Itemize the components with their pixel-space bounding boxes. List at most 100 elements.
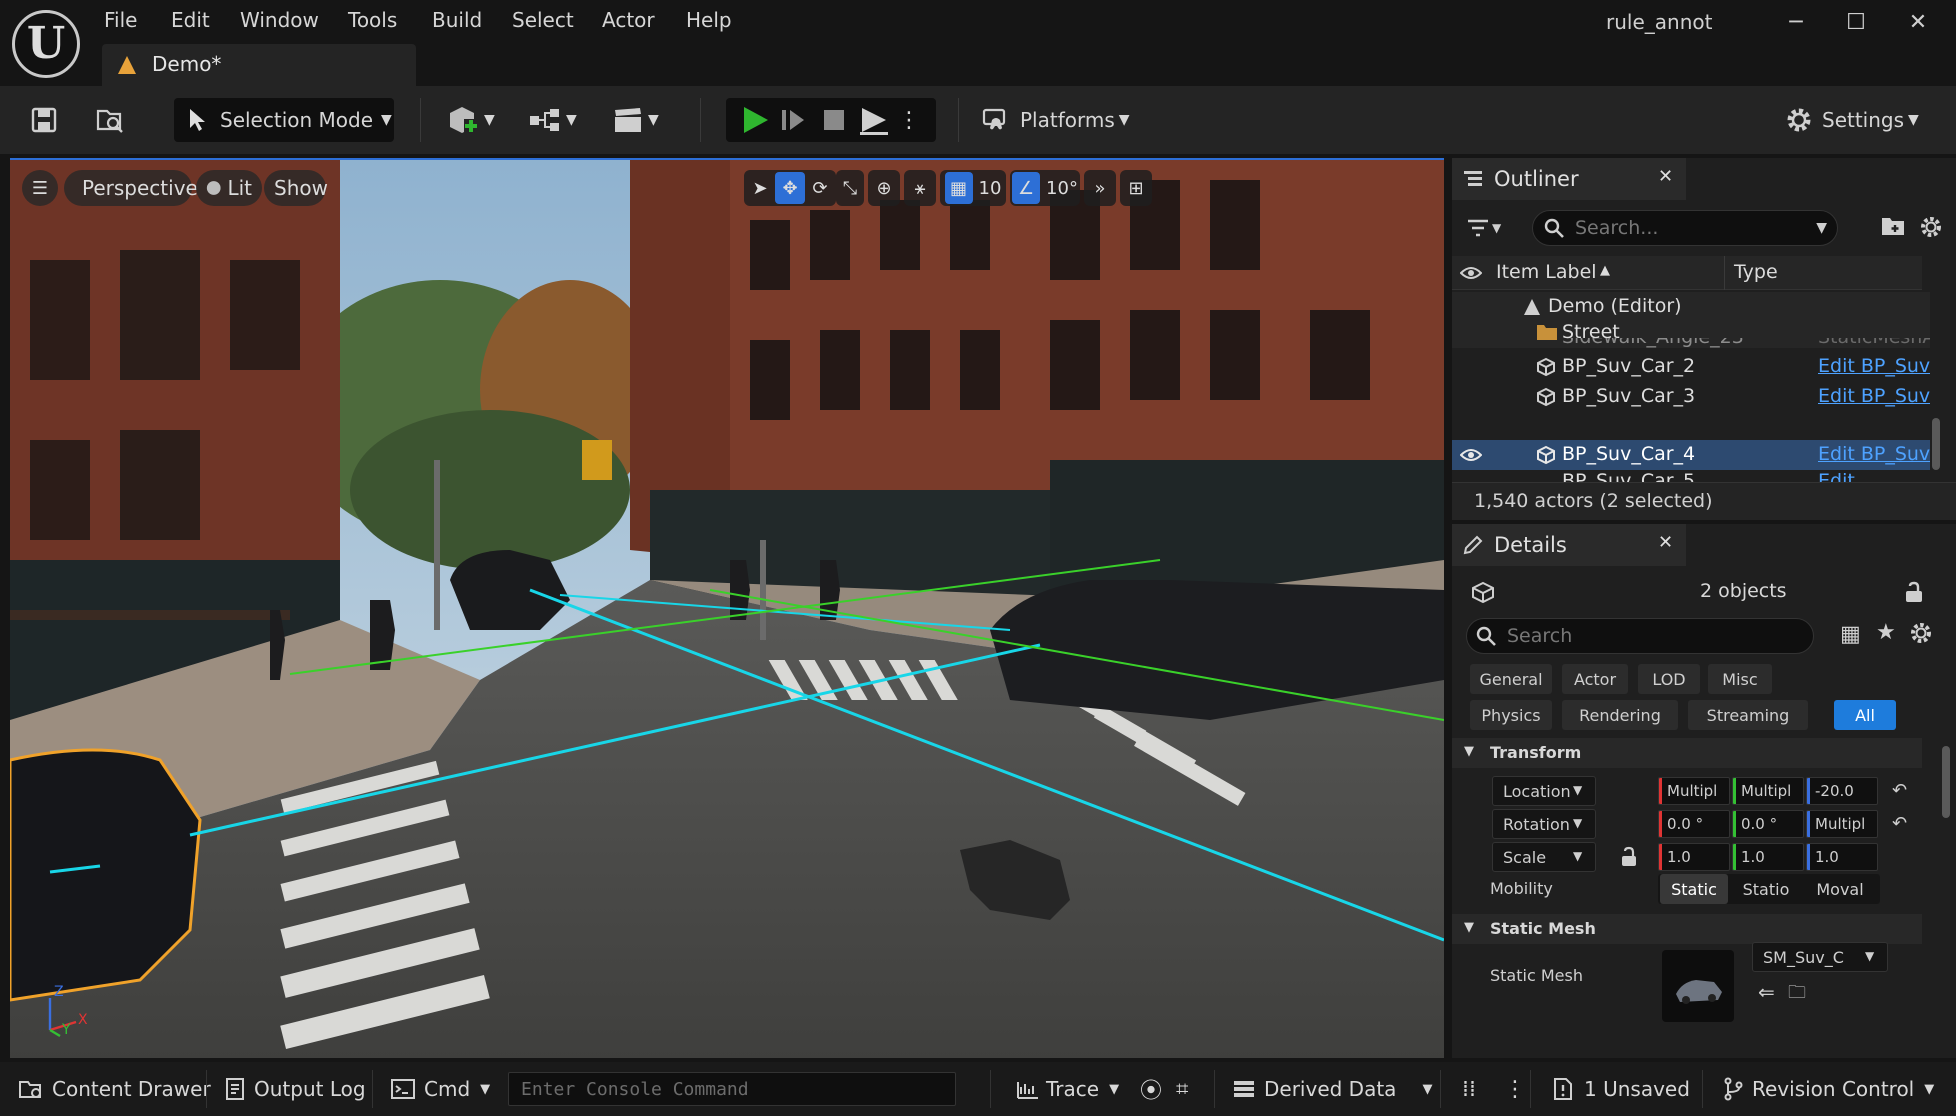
column-type[interactable]: Type xyxy=(1734,261,1778,283)
rotation-z-field[interactable]: Multipl xyxy=(1806,810,1878,838)
menu-tools[interactable]: Tools xyxy=(348,8,397,32)
more-tools-icon[interactable]: » xyxy=(1084,170,1116,206)
lit-button[interactable]: Lit xyxy=(196,170,262,206)
maximize-button[interactable]: ☐ xyxy=(1834,4,1878,40)
status-more-icon[interactable]: ⋮ xyxy=(1504,1072,1526,1106)
close-icon[interactable]: ✕ xyxy=(1658,166,1673,187)
category-lod[interactable]: LOD xyxy=(1638,664,1700,694)
rotation-x-field[interactable]: 0.0 ° xyxy=(1658,810,1730,838)
scale-tool-icon[interactable]: ⤡ xyxy=(836,170,864,206)
menu-build[interactable]: Build xyxy=(432,8,482,32)
category-actor[interactable]: Actor xyxy=(1562,664,1628,694)
location-z-field[interactable]: -20.0 xyxy=(1806,777,1878,805)
content-drawer-button[interactable]: Content Drawer xyxy=(18,1072,211,1106)
unsaved-button[interactable]: 1 Unsaved xyxy=(1552,1072,1690,1106)
scale-x-field[interactable]: 1.0 xyxy=(1658,843,1730,871)
mobility-stationary[interactable]: Statio xyxy=(1732,874,1800,904)
menu-actor[interactable]: Actor xyxy=(602,8,655,32)
category-rendering[interactable]: Rendering xyxy=(1562,700,1678,730)
visibility-eye-icon[interactable] xyxy=(1460,265,1482,281)
menu-file[interactable]: File xyxy=(104,8,137,32)
trace-dropdown[interactable]: Trace ▼ xyxy=(1016,1072,1119,1106)
reset-icon[interactable]: ↶ xyxy=(1892,813,1907,834)
console-input[interactable]: Enter Console Command xyxy=(508,1072,956,1106)
play-icon[interactable] xyxy=(734,102,774,138)
viewport-layout-icon[interactable]: ⊞ xyxy=(1120,170,1152,206)
move-tool-icon[interactable]: ✥ xyxy=(775,172,805,204)
trace-record-icon[interactable]: ⦿ xyxy=(1140,1072,1162,1106)
surface-snap-icon[interactable]: ⚹ xyxy=(904,170,936,206)
show-button[interactable]: Show xyxy=(264,170,328,206)
cmd-dropdown[interactable]: Cmd ▼ xyxy=(390,1072,490,1106)
location-y-field[interactable]: Multipl xyxy=(1732,777,1804,805)
visibility-eye-icon[interactable] xyxy=(1460,447,1482,463)
outliner-settings-button[interactable] xyxy=(1918,214,1946,242)
world-space-icon[interactable]: ⊕ xyxy=(868,170,900,206)
static-mesh-section-header[interactable]: ▼ Static Mesh xyxy=(1452,914,1922,944)
blueprint-button[interactable]: ▼ xyxy=(528,98,584,142)
rotate-tool-icon[interactable]: ⟳ xyxy=(805,178,835,199)
lock-open-icon[interactable] xyxy=(1902,580,1926,604)
category-physics[interactable]: Physics xyxy=(1470,700,1552,730)
tree-row-actor[interactable]: BP_Suv_Car_3 Edit BP_Suv xyxy=(1452,382,1930,410)
star-icon[interactable]: ★ xyxy=(1876,620,1896,645)
play-options-icon[interactable]: ⋮ xyxy=(898,108,920,133)
stop-icon[interactable] xyxy=(814,102,854,138)
add-folder-button[interactable] xyxy=(1880,214,1908,242)
tree-row-type-link[interactable]: Edit BP_Suv xyxy=(1818,385,1930,407)
viewport-menu-button[interactable]: ☰ xyxy=(22,170,58,206)
mobility-static[interactable]: Static xyxy=(1660,874,1728,904)
location-x-field[interactable]: Multipl xyxy=(1658,777,1730,805)
category-streaming[interactable]: Streaming xyxy=(1688,700,1808,730)
table-view-icon[interactable]: ▦ xyxy=(1840,622,1861,647)
perspective-button[interactable]: Perspective xyxy=(64,170,198,206)
cinematics-button[interactable]: ▼ xyxy=(612,98,668,142)
browse-button[interactable] xyxy=(88,98,132,142)
select-tool-icon[interactable]: ➤ xyxy=(745,178,775,199)
browse-asset-icon[interactable]: 🗀 xyxy=(1788,980,1806,1010)
mesh-thumbnail[interactable] xyxy=(1662,950,1734,1022)
scale-y-field[interactable]: 1.0 xyxy=(1732,843,1804,871)
angle-snap-toggle[interactable]: ∠ 10° xyxy=(1010,170,1080,206)
rotation-dropdown[interactable]: Rotation ▼ xyxy=(1492,809,1596,839)
menu-window[interactable]: Window xyxy=(240,8,319,32)
category-misc[interactable]: Misc xyxy=(1708,664,1772,694)
close-button[interactable]: ✕ xyxy=(1896,4,1940,40)
use-selected-icon[interactable]: ⇐ xyxy=(1758,980,1775,1004)
transform-section-header[interactable]: ▼ Transform xyxy=(1452,738,1922,768)
details-tab[interactable]: Details ✕ xyxy=(1452,524,1686,566)
outliner-scrollbar[interactable] xyxy=(1932,418,1940,470)
save-button[interactable] xyxy=(22,98,66,142)
details-search-input[interactable]: Search xyxy=(1466,618,1814,654)
rotation-y-field[interactable]: 0.0 ° xyxy=(1732,810,1804,838)
status-grid-icon[interactable]: ⁞⁞ xyxy=(1462,1072,1476,1106)
scale-z-field[interactable]: 1.0 xyxy=(1806,843,1878,871)
tree-row-type-link[interactable]: Edit BP_Suv xyxy=(1818,443,1930,465)
level-viewport[interactable]: ☰ Perspective Lit Show ➤ ✥ ⟳ ⤡ ⊕ ⚹ ▦ 10 … xyxy=(10,158,1444,1058)
outliner-search-input[interactable]: Search... ▼ xyxy=(1532,210,1838,246)
tree-row-actor[interactable]: BP_Suv_Car_2 Edit BP_Suv xyxy=(1452,352,1930,382)
gear-icon[interactable] xyxy=(1908,620,1934,646)
platforms-dropdown[interactable]: Platforms ▼ xyxy=(982,98,1134,142)
unreal-logo[interactable]: U xyxy=(12,10,80,78)
static-mesh-dropdown[interactable]: SM_Suv_C ▼ xyxy=(1752,942,1888,972)
tree-row-partial[interactable]: BP_Suv_Car_5 Edit BP_Suv xyxy=(1452,470,1930,482)
menu-edit[interactable]: Edit xyxy=(171,8,210,32)
frame-advance-icon[interactable] xyxy=(774,102,814,138)
revision-control-dropdown[interactable]: Revision Control ▼ xyxy=(1722,1072,1934,1106)
category-all[interactable]: All xyxy=(1834,700,1896,730)
derived-data-dropdown[interactable]: Derived Data ▼ xyxy=(1232,1072,1432,1106)
minimize-button[interactable]: ─ xyxy=(1774,4,1818,40)
add-actor-button[interactable]: ▼ xyxy=(446,98,502,142)
output-log-button[interactable]: Output Log xyxy=(224,1072,366,1106)
eject-icon[interactable] xyxy=(854,102,894,138)
details-scrollbar[interactable] xyxy=(1942,746,1950,818)
tree-row-selected[interactable]: BP_Suv_Car_4 Edit BP_Suv xyxy=(1452,440,1930,470)
outliner-tab[interactable]: Outliner ✕ xyxy=(1452,158,1686,200)
document-tab[interactable]: Demo* xyxy=(102,44,416,86)
category-general[interactable]: General xyxy=(1470,664,1552,694)
column-item-label[interactable]: Item Label xyxy=(1496,261,1597,283)
location-dropdown[interactable]: Location ▼ xyxy=(1492,776,1596,806)
menu-select[interactable]: Select xyxy=(512,8,574,32)
filter-button[interactable]: ▼ xyxy=(1466,210,1512,246)
